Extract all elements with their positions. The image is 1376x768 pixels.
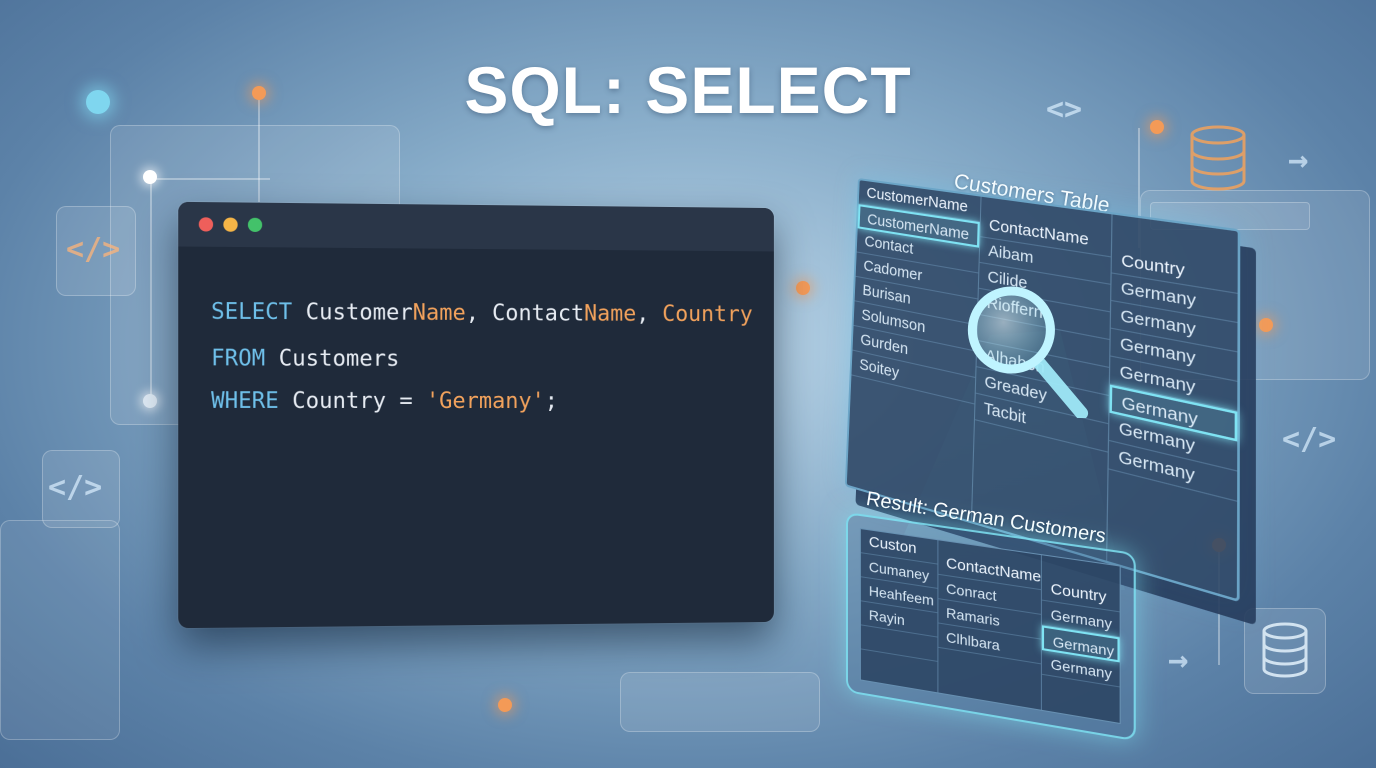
- editor-title-bar: [178, 202, 774, 252]
- code-line-1: SELECT CustomerName, ContactName, Countr…: [211, 299, 753, 327]
- code-line-2: FROM Customers: [211, 338, 399, 381]
- connector-line: [150, 178, 270, 180]
- database-icon: [1260, 622, 1310, 680]
- window-maximize-dot[interactable]: [248, 218, 262, 232]
- connector-line: [150, 178, 152, 400]
- window-close-dot[interactable]: [199, 217, 213, 231]
- node-dot: [143, 170, 157, 184]
- page-title: SQL: SELECT: [0, 52, 1376, 128]
- table-column: Custon Cumaney Heahfeem Rayin: [861, 529, 938, 692]
- code-brackets-icon: </>: [1282, 422, 1336, 457]
- magnifier-icon: [962, 268, 1092, 418]
- bg-panel-bottom: [620, 672, 820, 732]
- code-editor-window[interactable]: SELECT CustomerName, ContactName, Countr…: [178, 202, 774, 628]
- window-minimize-dot[interactable]: [223, 217, 237, 231]
- code-brackets-icon: </>: [48, 470, 102, 505]
- node-dot: [498, 698, 512, 712]
- bg-panel-left-low: [0, 520, 120, 740]
- code-brackets-icon: </>: [66, 232, 120, 267]
- arrow-right-icon: →: [1168, 640, 1188, 680]
- arrow-right-icon: →: [1288, 140, 1308, 180]
- sql-code[interactable]: SELECT CustomerName, ContactName, Countr…: [211, 291, 753, 423]
- node-dot: [1259, 318, 1273, 332]
- table-column: Country Germany Germany Germany: [1042, 555, 1119, 723]
- code-line-3: WHERE Country = 'Germany';: [211, 389, 558, 414]
- table-column: ContactName Conract Ramaris Clhlbara: [938, 540, 1042, 710]
- node-dot: [143, 394, 157, 408]
- node-dot: [796, 281, 810, 295]
- table-column: Country Germany Germany Germany Germany …: [1107, 214, 1237, 598]
- database-icon: [1188, 125, 1248, 191]
